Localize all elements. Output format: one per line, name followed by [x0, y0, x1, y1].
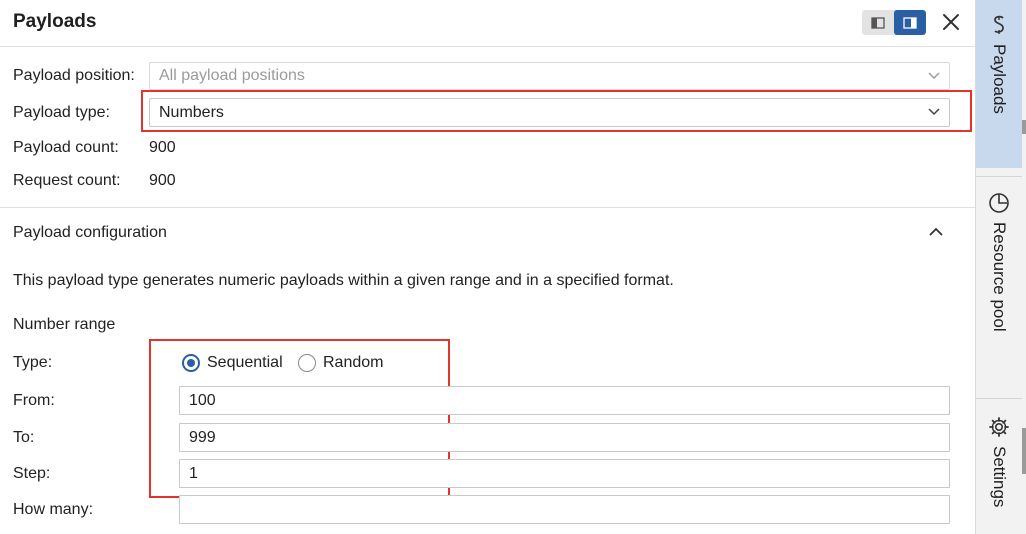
- type-label: Type:: [13, 354, 53, 371]
- chevron-up-icon: [929, 227, 943, 236]
- layout-left-button[interactable]: [862, 10, 894, 35]
- payloads-icon: [994, 15, 1004, 34]
- chevron-down-icon: [928, 108, 940, 116]
- to-label: To:: [13, 429, 35, 446]
- radio-random[interactable]: Random: [298, 353, 383, 373]
- radio-sequential-indicator[interactable]: [182, 354, 200, 372]
- payload-position-select[interactable]: All payload positions: [149, 62, 950, 90]
- sidebar-separator: [976, 176, 1022, 177]
- radio-random-label: Random: [323, 354, 384, 371]
- scrollbar-thumb[interactable]: [1022, 428, 1026, 474]
- number-range-heading: Number range: [13, 316, 116, 333]
- gear-icon: [989, 417, 1009, 437]
- to-input[interactable]: 999: [179, 423, 950, 452]
- sidebar-separator: [976, 398, 1022, 399]
- how-many-input[interactable]: [179, 495, 950, 524]
- radio-sequential-label: Sequential: [207, 354, 283, 371]
- scrollbar-thumb[interactable]: [1022, 120, 1026, 134]
- payload-position-label: Payload position:: [13, 67, 135, 84]
- step-value: 1: [189, 464, 198, 482]
- from-value: 100: [189, 391, 216, 409]
- payload-type-description: This payload type generates numeric payl…: [13, 272, 674, 289]
- layout-right-button[interactable]: [894, 10, 926, 35]
- request-count-label: Request count:: [13, 172, 121, 189]
- payload-type-select[interactable]: Numbers: [149, 98, 950, 127]
- payload-type-value: Numbers: [159, 103, 224, 121]
- layout-toggle[interactable]: [862, 10, 926, 35]
- to-value: 999: [189, 428, 216, 446]
- close-icon: [943, 14, 959, 30]
- section-divider: [0, 207, 975, 208]
- radio-random-indicator[interactable]: [298, 354, 316, 372]
- how-many-label: How many:: [13, 501, 94, 518]
- right-sidebar: Payloads Resource pool Settings: [975, 0, 1026, 534]
- payload-position-value: All payload positions: [159, 67, 305, 84]
- layout-left-icon: [871, 16, 885, 29]
- header-divider: [0, 46, 975, 47]
- radio-sequential[interactable]: Sequential: [182, 353, 283, 373]
- sidebar-tab-resource-pool-label: Resource pool: [990, 222, 1009, 332]
- from-label: From:: [13, 392, 55, 409]
- sidebar-tab-settings[interactable]: Settings: [976, 406, 1022, 534]
- layout-right-icon: [903, 16, 917, 29]
- close-button[interactable]: [940, 9, 962, 35]
- payload-count-label: Payload count:: [13, 139, 119, 156]
- payload-type-label: Payload type:: [13, 104, 110, 121]
- sidebar-tab-payloads[interactable]: Payloads: [976, 0, 1022, 168]
- from-input[interactable]: 100: [179, 386, 950, 415]
- sidebar-tab-resource-pool[interactable]: Resource pool: [976, 182, 1022, 392]
- request-count-value: 900: [149, 172, 176, 189]
- step-label: Step:: [13, 465, 51, 482]
- panel-title: Payloads: [13, 11, 97, 32]
- step-input[interactable]: 1: [179, 459, 950, 488]
- sidebar-tab-payloads-label: Payloads: [990, 44, 1009, 114]
- sidebar-tab-settings-label: Settings: [990, 446, 1009, 508]
- payload-count-value: 900: [149, 139, 176, 156]
- collapse-button[interactable]: [928, 225, 948, 241]
- payload-configuration-title: Payload configuration: [13, 224, 167, 241]
- chevron-down-icon: [928, 72, 940, 80]
- pie-chart-icon: [989, 193, 1009, 213]
